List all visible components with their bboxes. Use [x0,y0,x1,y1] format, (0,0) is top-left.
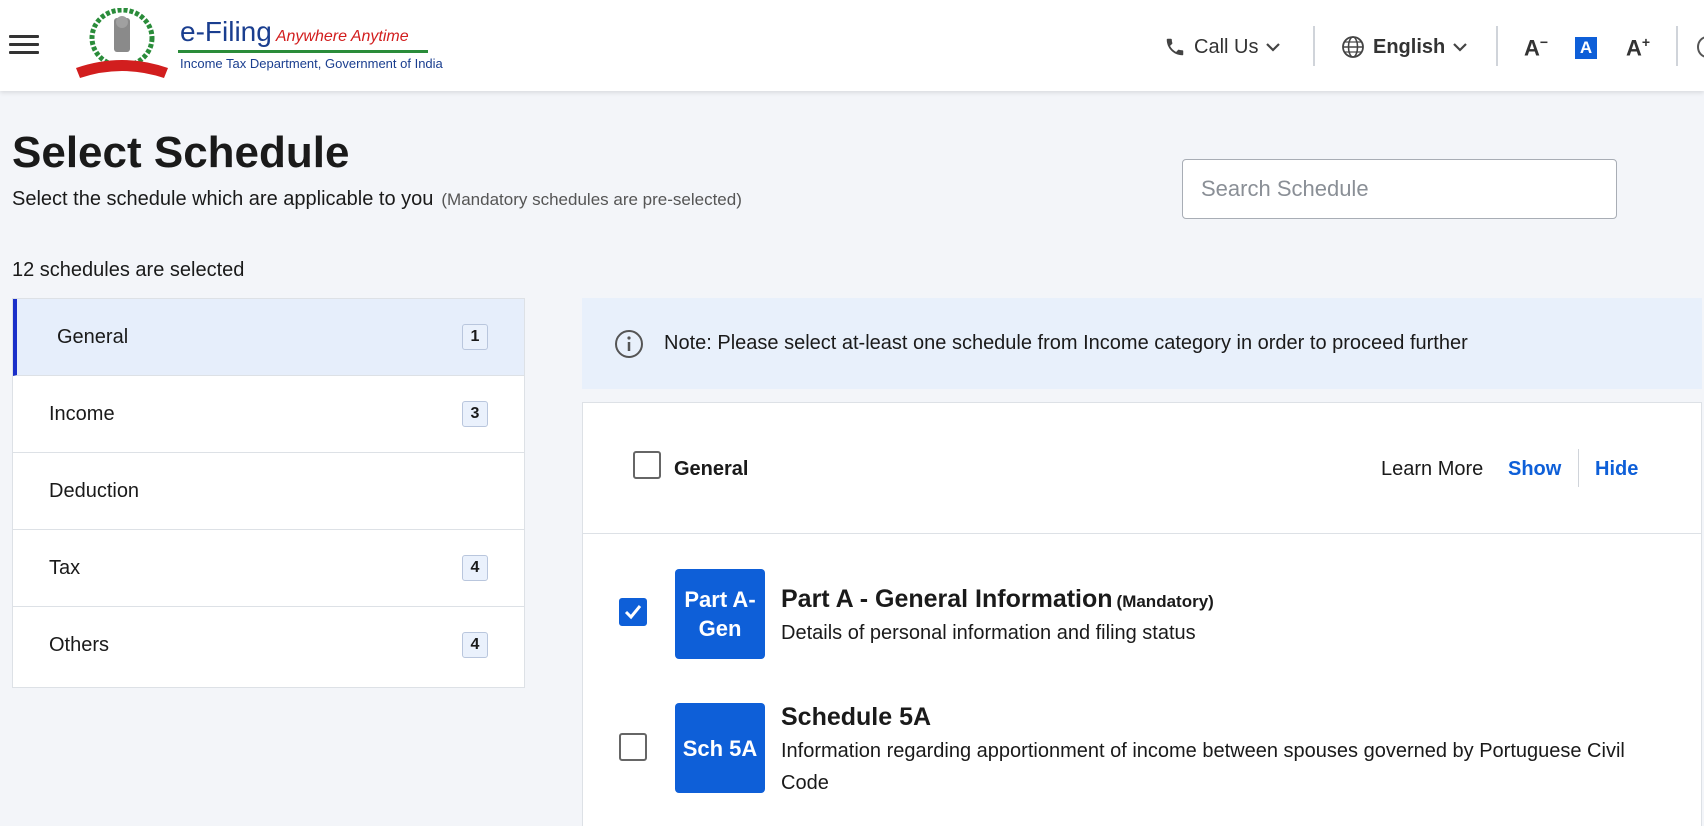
schedule-title: Part A - General Information (Mandatory) [781,585,1214,613]
category-label: General [674,458,749,480]
count-badge: 1 [462,324,488,350]
page-subtitle: Select the schedule which are applicable… [12,188,742,210]
sidebar-item-label: General [57,325,129,348]
sidebar-item-label: Income [49,402,115,425]
schedule-code-tile: Sch 5A [675,703,765,793]
learn-more-label: Learn More [1381,458,1484,480]
logo-title[interactable]: e-Filing Anywhere Anytime [180,16,409,48]
chevron-down-icon [1266,42,1281,52]
mandatory-note: (Mandatory schedules are pre-selected) [441,190,742,209]
schedule-checkbox[interactable] [619,733,647,761]
panel-header: General Learn More Show Hide [583,403,1701,534]
sidebar-item-deduction[interactable]: Deduction [13,453,524,530]
call-us-label: Call Us [1194,35,1259,58]
logo-divider [178,50,428,53]
language-dropdown[interactable]: English [1341,33,1468,61]
hide-link[interactable]: Hide [1595,458,1638,481]
selected-count-text: 12 schedules are selected [12,259,245,281]
sidebar-item-tax[interactable]: Tax 4 [13,530,524,607]
top-header: e-Filing Anywhere Anytime Income Tax Depa… [0,0,1704,91]
count-badge: 4 [462,632,488,658]
logo-subtitle: Income Tax Department, Government of Ind… [180,56,443,71]
header-divider [1676,26,1678,66]
font-decrease-button[interactable]: A− [1524,34,1548,62]
sidebar-item-others[interactable]: Others 4 [13,607,524,684]
schedule-description: Details of personal information and fili… [781,622,1196,644]
count-badge: 3 [462,401,488,427]
call-us-dropdown[interactable]: Call Us [1164,33,1281,61]
schedule-code-tile: Part A-Gen [675,569,765,659]
info-icon [614,329,644,359]
logo-tagline: Anywhere Anytime [275,28,409,45]
schedule-checkbox[interactable] [619,598,647,626]
income-tax-emblem-icon[interactable] [72,8,172,80]
menu-icon[interactable] [9,33,39,55]
note-text: Note: Please select at-least one schedul… [664,332,1468,354]
sidebar-item-label: Tax [49,556,81,579]
show-link[interactable]: Show [1508,458,1561,481]
sidebar-item-income[interactable]: Income 3 [13,376,524,453]
sidebar-item-label: Others [49,634,110,656]
font-increase-button[interactable]: A+ [1626,34,1650,62]
schedule-title: Schedule 5A [781,703,932,731]
link-divider [1578,449,1579,487]
mandatory-tag: (Mandatory) [1116,592,1214,611]
globe-icon [1341,35,1365,59]
header-divider [1313,26,1315,66]
language-label: English [1373,35,1446,58]
page-title: Select Schedule [12,128,350,177]
font-normal-button[interactable]: A [1575,37,1597,59]
category-sidebar: General 1 Income 3 Deduction Tax 4 Other… [12,298,525,688]
phone-icon [1164,36,1186,58]
schedule-panel: General Learn More Show Hide Part A-Gen … [582,402,1702,826]
chevron-down-icon [1453,42,1468,52]
theme-toggle-icon[interactable] [1697,36,1704,58]
header-divider [1496,26,1498,66]
select-all-checkbox[interactable] [633,451,661,479]
count-badge: 4 [462,555,488,581]
sidebar-item-label: Deduction [49,479,140,502]
note-banner: Note: Please select at-least one schedul… [582,298,1702,389]
checkmark-icon [624,605,642,620]
schedule-description: Information regarding apportionment of i… [781,740,1625,794]
search-schedule-input[interactable] [1182,159,1617,219]
sidebar-item-general[interactable]: General 1 [13,299,524,376]
